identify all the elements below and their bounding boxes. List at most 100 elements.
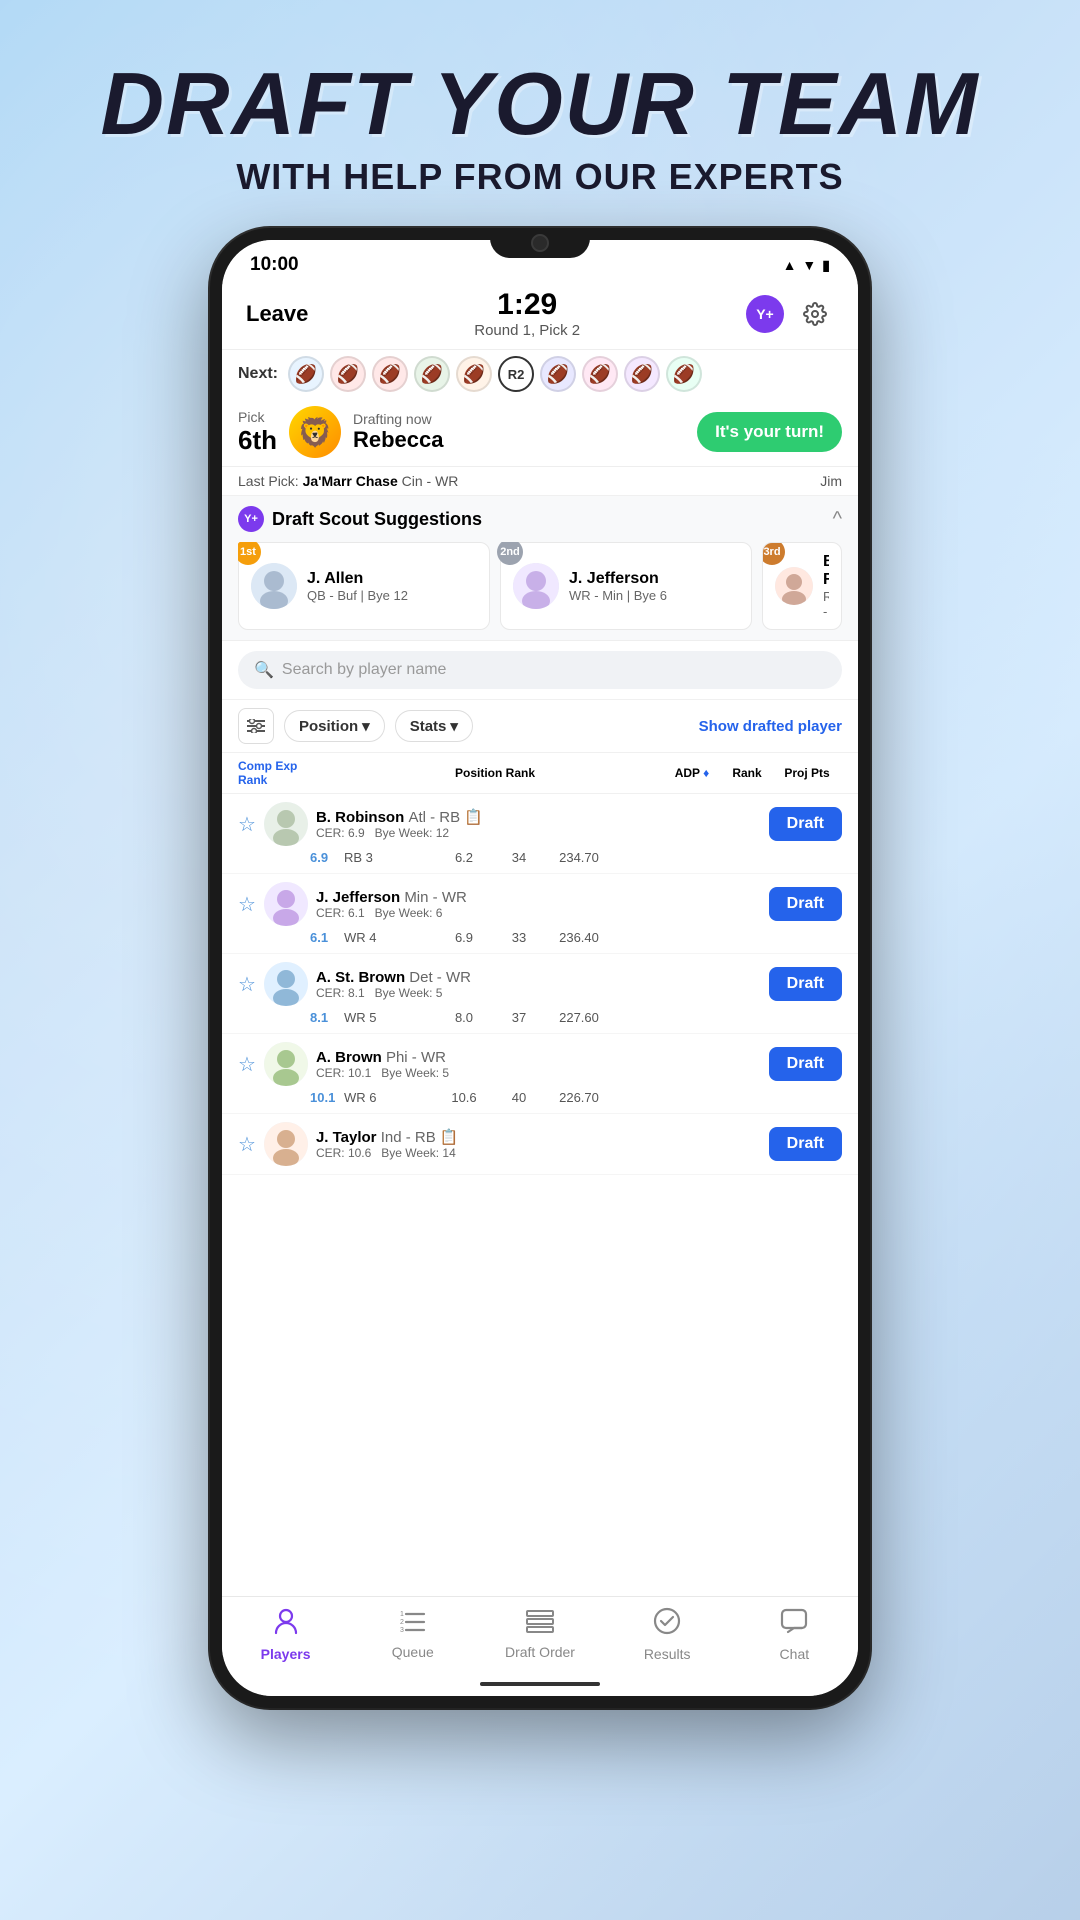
timer-section: 1:29 Round 1, Pick 2 (474, 288, 580, 339)
player-cer-abrown: CER: 10.1 Bye Week: 5 (316, 1066, 761, 1080)
adp-robinson: 6.2 (434, 850, 494, 865)
player-avatar-br (775, 567, 813, 605)
col-adp: ADP ♦ (662, 766, 722, 780)
header: DRAFT YOUR TEAM WITH HELP FROM OUR EXPER… (100, 60, 979, 198)
rank-jefferson: 33 (494, 930, 544, 945)
draft-button-robinson[interactable]: Draft (769, 807, 842, 841)
player-stats-jefferson: 6.1 WR 4 6.9 33 236.40 (238, 930, 842, 945)
nav-results[interactable]: Results (627, 1607, 707, 1662)
helmet-1[interactable]: 🏈 (288, 356, 324, 392)
helmet-7[interactable]: 🏈 (582, 356, 618, 392)
scout-title-row: Y+ Draft Scout Suggestions (238, 506, 482, 532)
scout-card-1[interactable]: 1st J. Allen QB - Buf | Bye 12 (238, 542, 490, 630)
player-row-top-abrown: ☆ A. Brown Phi - WR CER: 10.1 Bye Week: … (238, 1042, 842, 1086)
drafting-now-label: Drafting now (353, 411, 685, 427)
rank-badge-2: 2nd (497, 542, 523, 565)
star-icon-abrown[interactable]: ☆ (238, 1052, 256, 1077)
filter-row: Position ▾ Stats ▾ Show drafted player (222, 700, 858, 753)
players-icon (272, 1607, 300, 1642)
search-icon: 🔍 (254, 660, 274, 680)
scout-card-3[interactable]: 3rd B. R... RB - (762, 542, 842, 630)
gear-button[interactable] (796, 295, 834, 333)
header-title: DRAFT YOUR TEAM (100, 60, 979, 148)
helmet-8[interactable]: 🏈 (624, 356, 660, 392)
player-name-abrown: A. Brown Phi - WR (316, 1049, 761, 1066)
round-info: Round 1, Pick 2 (474, 322, 580, 339)
nav-chat[interactable]: Chat (754, 1607, 834, 1662)
position-filter-button[interactable]: Position ▾ (284, 710, 385, 742)
nav-draft-order[interactable]: Draft Order (500, 1609, 580, 1660)
player-team-taylor: Ind - RB (381, 1129, 436, 1146)
leave-button[interactable]: Leave (246, 301, 308, 327)
search-container: 🔍 Search by player name (222, 641, 858, 700)
next-label: Next: (238, 365, 278, 383)
player-avatar-jefferson (513, 563, 559, 609)
rank-badge-3: 3rd (762, 542, 785, 565)
camera (531, 234, 549, 252)
cer-val-stbrown: 8.1 (310, 1010, 344, 1025)
nav-players[interactable]: Players (246, 1607, 326, 1662)
player-name-taylor: J. Taylor Ind - RB 📋 (316, 1128, 761, 1146)
nav-queue[interactable]: 1 2 3 Queue (373, 1610, 453, 1660)
player-row-stbrown: ☆ A. St. Brown Det - WR CER: 8.1 Bye Wee… (222, 954, 858, 1034)
collapse-button[interactable]: ^ (833, 508, 842, 531)
stats-chevron-icon: ▾ (450, 717, 458, 735)
yplus-button[interactable]: Y+ (746, 295, 784, 333)
position-chevron-icon: ▾ (362, 717, 370, 735)
player-card-info-3: B. R... RB - (823, 553, 829, 619)
home-indicator (222, 1676, 858, 1696)
wifi-icon: ▼ (802, 257, 816, 273)
chat-label: Chat (780, 1646, 810, 1662)
stats-label: Stats (410, 718, 447, 735)
stats-filter-button[interactable]: Stats ▾ (395, 710, 473, 742)
results-icon (653, 1607, 681, 1642)
adp-diamond-icon: ♦ (703, 766, 709, 780)
col-position-rank: Position Rank (328, 766, 662, 780)
helmet-2[interactable]: 🏈 (330, 356, 366, 392)
player-row-top-stbrown: ☆ A. St. Brown Det - WR CER: 8.1 Bye Wee… (238, 962, 842, 1006)
helmet-row: Next: 🏈 🏈 🏈 🏈 🏈 R2 🏈 🏈 🏈 🏈 (222, 350, 858, 398)
scout-player-name-2: J. Jefferson (569, 570, 667, 588)
player-team-jefferson: Min - WR (404, 889, 467, 906)
star-icon-jefferson[interactable]: ☆ (238, 892, 256, 917)
last-pick-bar: Last Pick: Ja'Marr Chase Cin - WR Jim (222, 467, 858, 496)
player-photo-stbrown (264, 962, 308, 1006)
proj-robinson: 234.70 (544, 850, 614, 865)
rank-badge-1: 1st (238, 542, 261, 565)
star-icon-taylor[interactable]: ☆ (238, 1132, 256, 1157)
helmet-9[interactable]: 🏈 (666, 356, 702, 392)
helmet-6[interactable]: 🏈 (540, 356, 576, 392)
search-bar[interactable]: 🔍 Search by player name (238, 651, 842, 689)
rank-abrown: 40 (494, 1090, 544, 1105)
last-pick-player: Ja'Marr Chase (303, 473, 398, 489)
draft-button-taylor[interactable]: Draft (769, 1127, 842, 1161)
phone-screen: 10:00 ▲ ▼ ▮ Leave 1:29 Round 1, Pick 2 Y… (222, 240, 858, 1696)
player-name-robinson: B. Robinson Atl - RB 📋 (316, 808, 761, 826)
player-stats-robinson: 6.9 RB 3 6.2 34 234.70 (238, 850, 842, 865)
queue-label: Queue (392, 1644, 434, 1660)
scout-card-2[interactable]: 2nd J. Jefferson WR - Min | Bye 6 (500, 542, 752, 630)
player-card-info-allen: J. Allen QB - Buf | Bye 12 (307, 570, 408, 603)
player-list: ☆ B. Robinson Atl - RB 📋 CER: 6.9 Bye We… (222, 794, 858, 1596)
player-photo-taylor (264, 1122, 308, 1166)
player-avatar-allen (251, 563, 297, 609)
show-drafted-button[interactable]: Show drafted player (699, 718, 842, 735)
helmet-3[interactable]: 🏈 (372, 356, 408, 392)
rank-stbrown: 37 (494, 1010, 544, 1025)
player-team-robinson: Atl - RB (408, 809, 460, 826)
helmet-5[interactable]: 🏈 (456, 356, 492, 392)
filter-icon-button[interactable] (238, 708, 274, 744)
player-main-stbrown: A. St. Brown Det - WR CER: 8.1 Bye Week:… (316, 969, 761, 1000)
star-icon-robinson[interactable]: ☆ (238, 812, 256, 837)
star-icon-stbrown[interactable]: ☆ (238, 972, 256, 997)
draft-button-stbrown[interactable]: Draft (769, 967, 842, 1001)
draft-button-jefferson[interactable]: Draft (769, 887, 842, 921)
col-comp-exp[interactable]: Comp Exp Rank (238, 759, 328, 787)
player-row-top-jefferson: ☆ J. Jefferson Min - WR CER: 6.1 Bye Wee… (238, 882, 842, 926)
pick-label: Pick (238, 409, 264, 425)
top-nav: Leave 1:29 Round 1, Pick 2 Y+ (222, 280, 858, 350)
helmet-4[interactable]: 🏈 (414, 356, 450, 392)
your-turn-button[interactable]: It's your turn! (697, 412, 842, 452)
draft-button-abrown[interactable]: Draft (769, 1047, 842, 1081)
queue-icon: 1 2 3 (400, 1610, 426, 1640)
